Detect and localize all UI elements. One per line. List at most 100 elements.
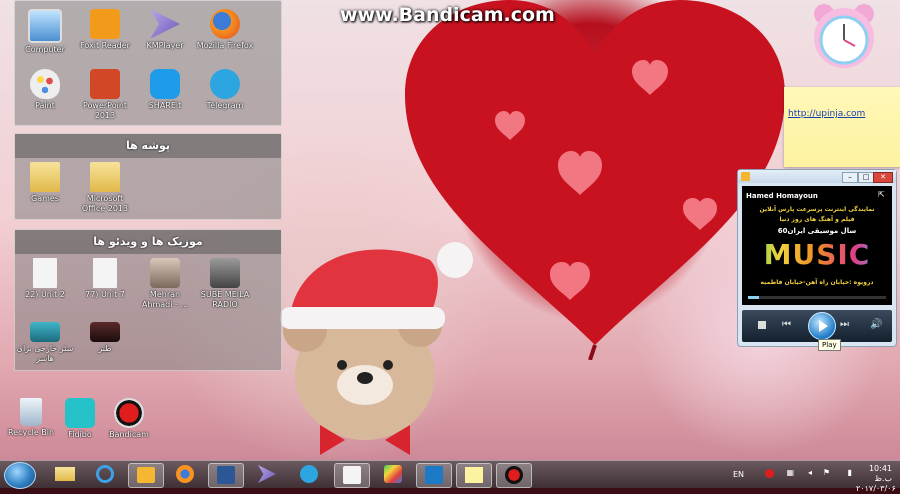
desktop-icon-comedy-video[interactable]: طنز xyxy=(75,322,135,354)
bandicam-icon xyxy=(505,466,523,484)
desktop-icon-powerpoint[interactable]: PowerPoint 2013 xyxy=(75,69,135,121)
lingoes-icon xyxy=(425,466,443,484)
start-button[interactable] xyxy=(4,462,36,489)
taskbar-lingoes[interactable] xyxy=(416,463,452,488)
media-player-window[interactable]: – □ ✕ Hamed Homayoun ⇱ نمایندگی اینترنت … xyxy=(737,169,897,347)
layout-switch-icon[interactable]: ⇱ xyxy=(878,190,888,200)
power-tray-icon[interactable]: ▮ xyxy=(848,468,852,477)
fence-music-title[interactable]: موزیک ها و ویدئو ها xyxy=(15,230,281,254)
desktop-icon-kmplayer[interactable]: KMPlayer xyxy=(135,9,195,51)
desktop-icon-fidibo[interactable]: Fidibo xyxy=(52,398,108,440)
kmplayer-icon xyxy=(150,9,180,39)
desktop-icon-shareit[interactable]: SHAREit xyxy=(135,69,195,111)
mp3-icon xyxy=(93,258,117,288)
note-link[interactable]: http://upinja.com xyxy=(788,109,865,119)
paint-icon xyxy=(30,69,60,99)
desktop-icon-mehran-ahmadi[interactable]: Mehran Ahmadi - ... xyxy=(135,258,195,310)
desktop-icon-recycle-bin[interactable]: Recycle Bin xyxy=(3,398,59,438)
firefox-icon xyxy=(210,9,240,39)
computer-icon xyxy=(28,9,62,43)
now-playing-artist: Hamed Homayoun xyxy=(746,192,818,200)
taskbar-telegram[interactable] xyxy=(292,463,326,486)
desktop-icon-firefox[interactable]: Mozilla Firefox xyxy=(195,9,255,51)
desktop-icon-games-folder[interactable]: Games xyxy=(15,162,75,204)
tray-date: ۲۰۱۷/۰۳/۰۶ xyxy=(856,484,896,493)
desktop-icon-paint[interactable]: Paint xyxy=(15,69,75,111)
fence-music-video: موزیک ها و ویدئو ها 22) Unit 2 77) Unit … xyxy=(14,229,282,371)
kmplayer-icon xyxy=(258,465,276,483)
telegram-icon xyxy=(210,69,240,99)
desktop-icon-unit7[interactable]: 77) Unit 7 xyxy=(75,258,135,300)
video-thumb-icon xyxy=(30,322,60,342)
taskbar-firefox[interactable] xyxy=(168,463,202,486)
audio-thumb-icon xyxy=(210,258,240,288)
desktop-icon-bandicam[interactable]: Bandicam xyxy=(101,398,157,440)
next-icon[interactable]: ⏭ xyxy=(840,319,849,330)
banner-line-2: فیلم و آهنگ های روز دنیا xyxy=(779,216,855,223)
taskbar-explorer[interactable] xyxy=(48,463,82,486)
word-icon xyxy=(217,466,235,484)
volume-icon[interactable]: 🔊 xyxy=(870,319,882,330)
tray-clock[interactable]: 10:41 ب.ظ ۲۰۱۷/۰۳/۰۶ xyxy=(856,464,896,494)
network-tray-icon[interactable]: ▦ xyxy=(786,468,794,477)
desktop-icon-foxit-reader[interactable]: Foxit Reader xyxy=(75,9,135,51)
taskbar-bluestacks[interactable] xyxy=(376,463,410,486)
shareit-icon xyxy=(150,69,180,99)
bluestacks-icon xyxy=(384,465,402,483)
taskbar-word[interactable] xyxy=(208,463,244,488)
taskbar-dictionary[interactable] xyxy=(334,463,370,488)
pdf-icon xyxy=(90,9,120,39)
banner-line-1: نمایندگی اینترنت پرسرعت پارس آنلاین xyxy=(759,206,875,213)
media-player-icon xyxy=(137,467,155,483)
flag-tray-icon[interactable]: ⚑ xyxy=(823,468,830,477)
volume-tray-icon[interactable]: ◂ xyxy=(808,468,812,477)
folder-icon xyxy=(55,467,75,481)
fence-folders: پوشه ها Games Microsoft Office 2013 xyxy=(14,133,282,220)
media-player-app-icon xyxy=(741,172,750,181)
folder-icon xyxy=(90,162,120,192)
taskbar-kmplayer[interactable] xyxy=(250,463,284,486)
audio-thumb-icon xyxy=(150,258,180,288)
recycle-bin-icon xyxy=(20,398,42,426)
sticky-notes-icon xyxy=(465,467,483,483)
media-controls-bar: ⏮ ⏭ 🔊 xyxy=(742,310,892,342)
telegram-icon xyxy=(300,465,318,483)
teddy-bear-santa-hat xyxy=(280,242,473,455)
maximize-button[interactable]: □ xyxy=(858,172,874,183)
tray-time: 10:41 ب.ظ xyxy=(868,464,892,483)
taskbar: EN ▦ ◂ ⚑ ▮ 10:41 ب.ظ ۲۰۱۷/۰۳/۰۶ xyxy=(0,460,900,493)
desktop-icon-unit2[interactable]: 22) Unit 2 xyxy=(15,258,75,300)
taskbar-internet-explorer[interactable] xyxy=(88,463,122,486)
desktop-icon-sube-meila[interactable]: SUBE MEILA RADIO xyxy=(195,258,255,310)
now-playing-track: درویوه :خیابان راه آهن-خیابان فاطمیه xyxy=(760,279,874,286)
play-button[interactable] xyxy=(808,312,836,340)
firefox-icon xyxy=(176,465,194,483)
taskbar-sticky-notes[interactable] xyxy=(456,463,492,488)
internet-explorer-icon xyxy=(96,465,114,483)
media-player-screen[interactable]: Hamed Homayoun ⇱ نمایندگی اینترنت پرسرعت… xyxy=(742,186,892,305)
play-tooltip: Play xyxy=(818,339,841,351)
minimize-button[interactable]: – xyxy=(842,172,858,183)
bandicam-icon xyxy=(114,398,144,428)
music-banner-text: MUSIC xyxy=(742,238,892,271)
sticky-note[interactable]: http://upinja.com xyxy=(784,87,900,167)
language-indicator[interactable]: EN xyxy=(733,470,744,479)
fence-folders-title[interactable]: پوشه ها xyxy=(15,134,281,158)
desktop-icon-telegram[interactable]: Telegram xyxy=(195,69,255,111)
media-player-titlebar[interactable]: – □ ✕ xyxy=(738,170,896,183)
play-icon xyxy=(819,320,828,332)
desktop-icon-computer[interactable]: Computer xyxy=(15,9,75,55)
desktop-clock-gadget xyxy=(814,4,874,68)
seek-bar[interactable] xyxy=(748,296,886,299)
close-button[interactable]: ✕ xyxy=(873,172,893,183)
taskbar-bandicam[interactable] xyxy=(496,463,532,488)
fence-apps: Computer Foxit Reader KMPlayer Mozilla F… xyxy=(14,0,282,126)
previous-icon[interactable]: ⏮ xyxy=(782,319,791,330)
desktop-icon-office-folder[interactable]: Microsoft Office 2013 xyxy=(75,162,135,214)
stop-icon[interactable] xyxy=(758,321,766,329)
bandicam-tray-icon[interactable] xyxy=(765,469,774,478)
desktop-icon-foreign-video[interactable]: سئر خارجی برای هاشر xyxy=(15,322,75,364)
taskbar-media-player[interactable] xyxy=(128,463,164,488)
powerpoint-icon xyxy=(90,69,120,99)
video-thumb-icon xyxy=(90,322,120,342)
